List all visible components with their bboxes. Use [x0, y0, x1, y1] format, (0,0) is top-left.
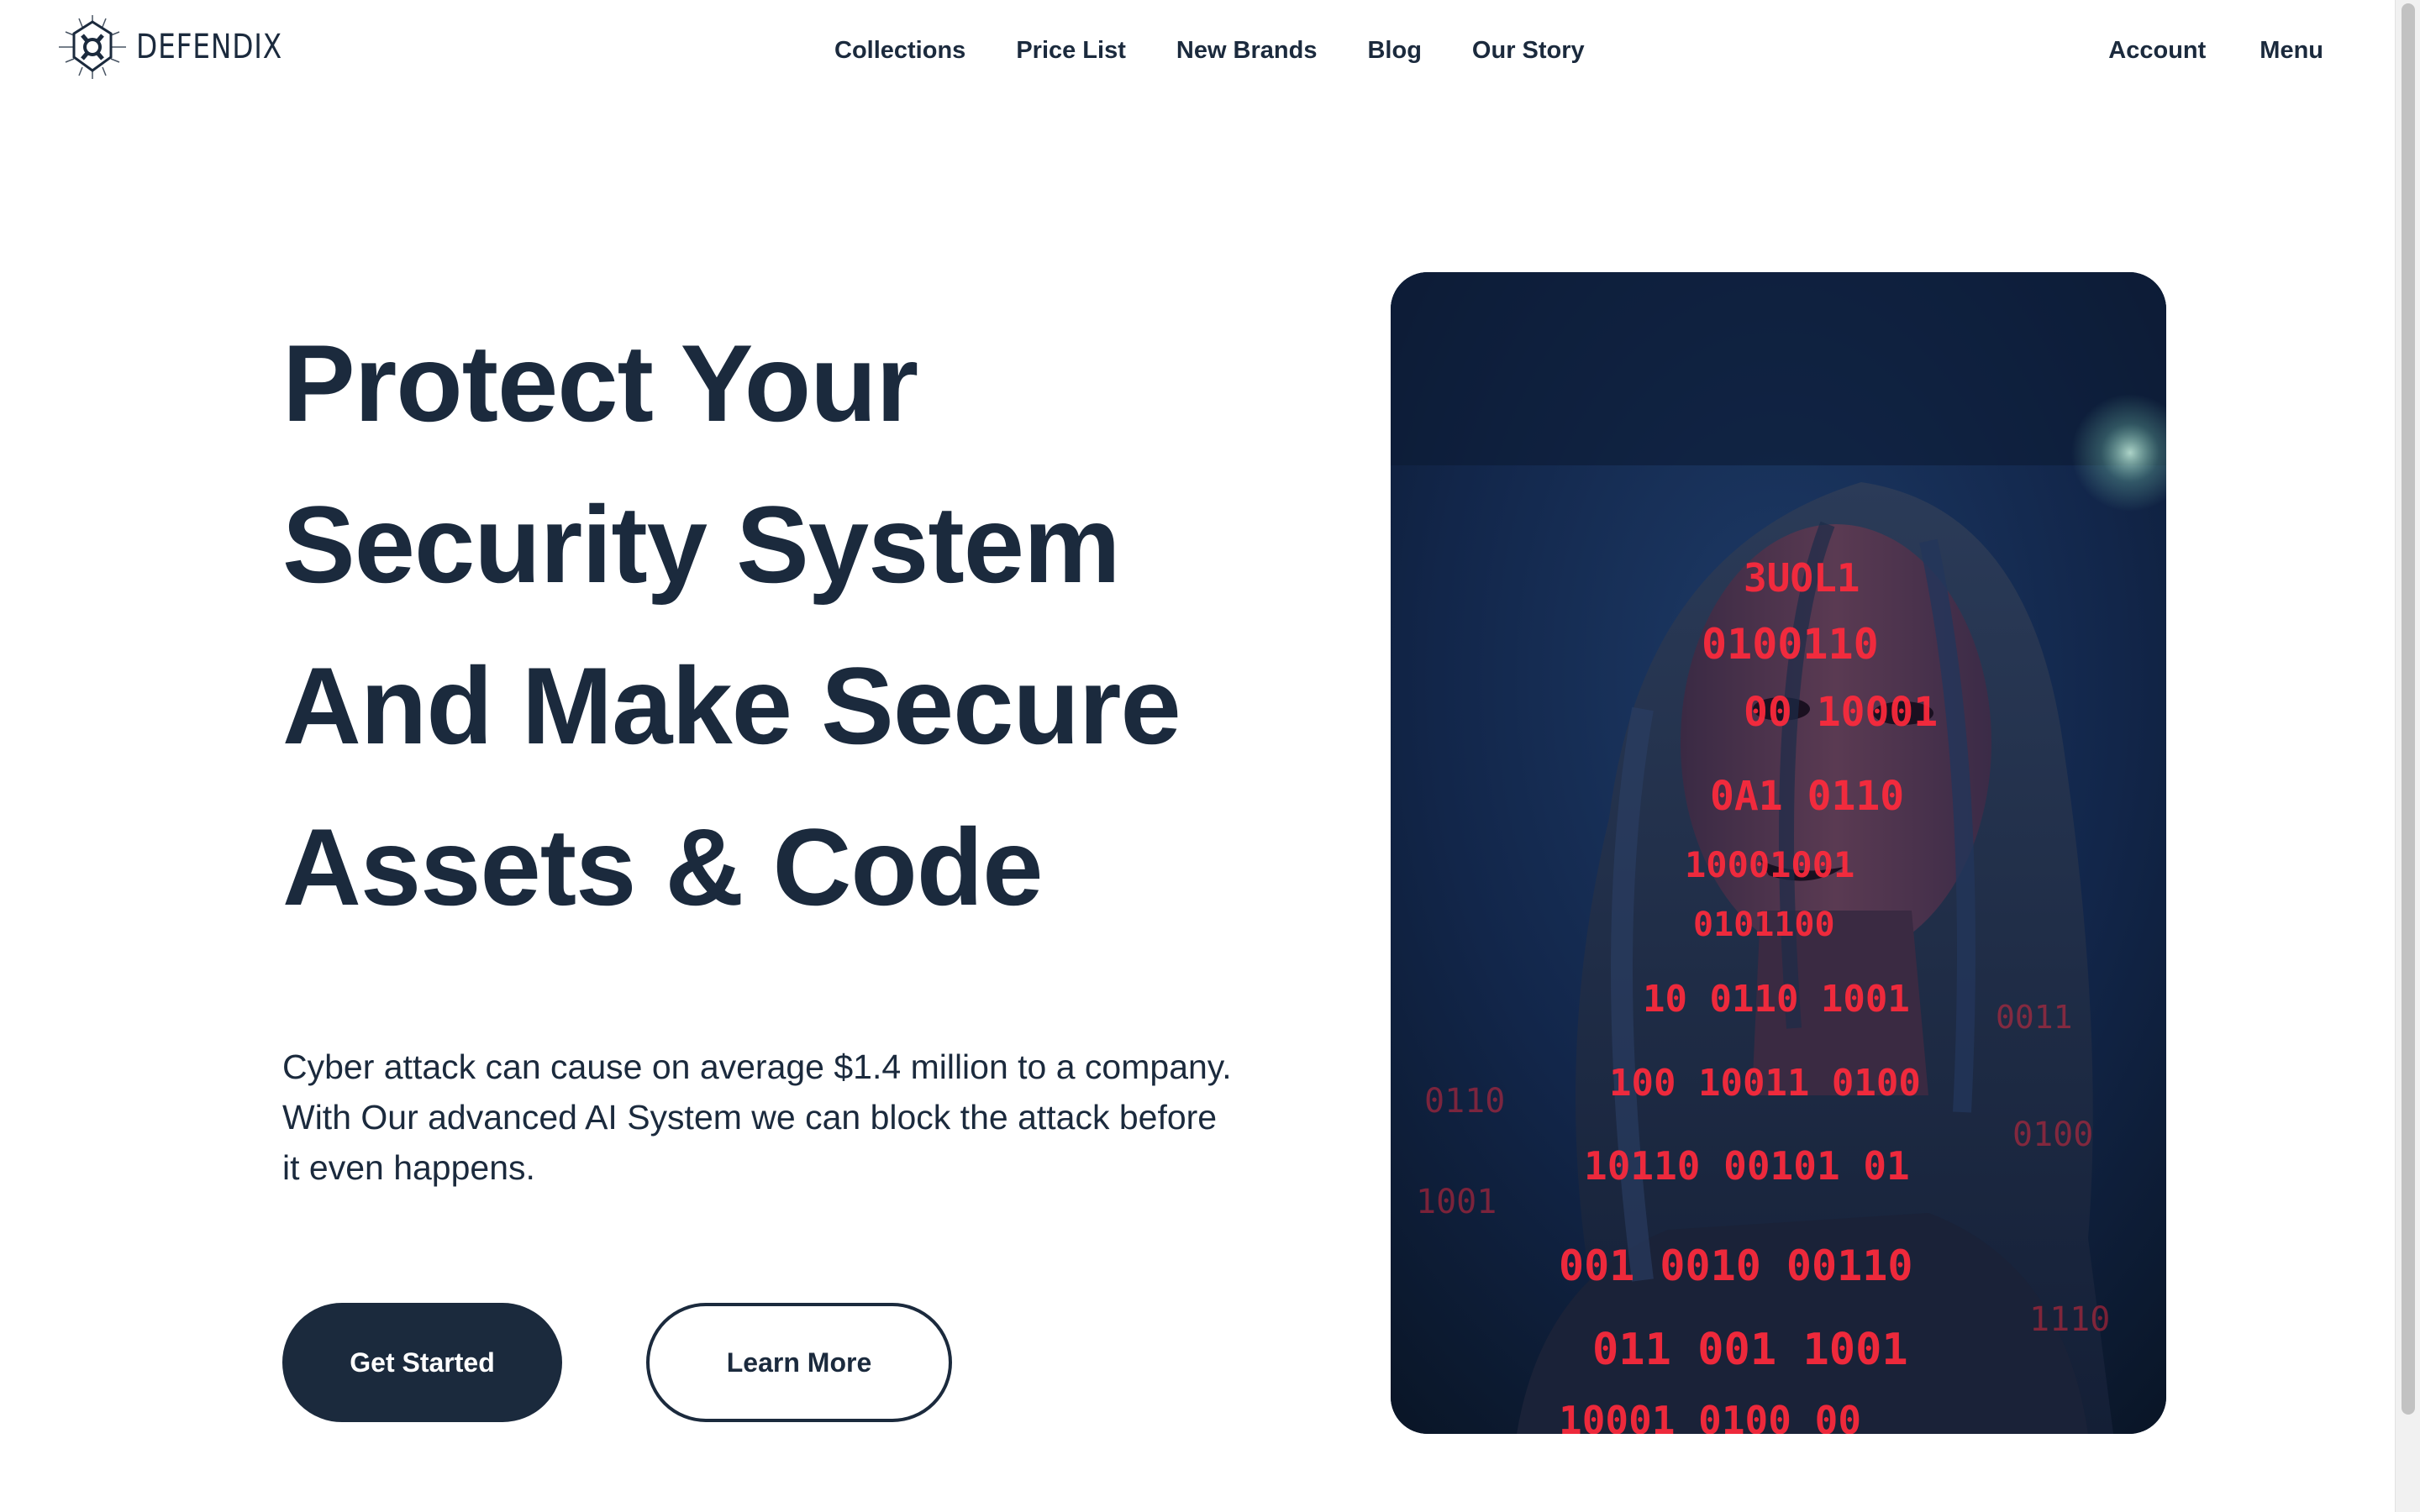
- svg-text:3UOL1: 3UOL1: [1744, 555, 1860, 601]
- hero-portrait-illustration: 3UOL1 0100110 00 10001 0A1 0110 10001001…: [1391, 272, 2166, 1434]
- menu-link[interactable]: Menu: [2260, 29, 2323, 72]
- svg-text:011 001 1001: 011 001 1001: [1592, 1325, 1908, 1375]
- svg-text:10001 0100 00: 10001 0100 00: [1559, 1398, 1861, 1434]
- svg-text:0101100: 0101100: [1693, 906, 1835, 944]
- svg-text:10110 00101 01: 10110 00101 01: [1584, 1143, 1910, 1189]
- main-nav: Collections Price List New Brands Blog O…: [834, 29, 1585, 72]
- hero-title-line: Security System: [282, 483, 1121, 606]
- hero-title: Protect Your Security System And Make Se…: [282, 302, 1207, 948]
- svg-text:1001: 1001: [1416, 1183, 1497, 1221]
- scrollbar-thumb[interactable]: [2402, 3, 2415, 1415]
- page-scrollbar[interactable]: [2395, 0, 2420, 1512]
- get-started-button[interactable]: Get Started: [282, 1303, 562, 1422]
- svg-text:0110: 0110: [1424, 1082, 1505, 1121]
- nav-item-new-brands[interactable]: New Brands: [1176, 29, 1318, 72]
- svg-text:1110: 1110: [2029, 1300, 2110, 1339]
- svg-text:0100: 0100: [2012, 1116, 2093, 1154]
- nav-item-blog[interactable]: Blog: [1367, 29, 1421, 72]
- svg-text:001 0010 00110: 001 0010 00110: [1559, 1242, 1912, 1290]
- svg-text:100 10011 0100: 100 10011 0100: [1609, 1062, 1921, 1105]
- nav-item-our-story[interactable]: Our Story: [1472, 29, 1585, 72]
- svg-text:10001001: 10001001: [1685, 844, 1854, 885]
- svg-text:0A1 0110: 0A1 0110: [1710, 773, 1904, 820]
- hero-description: Cyber attack can cause on average $1.4 m…: [282, 1047, 1232, 1187]
- site-header: DEFENDIX Collections Price List New Bran…: [0, 0, 2395, 101]
- brand-name: DEFENDIX: [136, 28, 283, 66]
- hero-title-line: Protect Your: [282, 322, 918, 444]
- nav-item-collections[interactable]: Collections: [834, 29, 965, 72]
- page: DEFENDIX Collections Price List New Bran…: [0, 0, 2420, 1512]
- svg-text:0100110: 0100110: [1702, 620, 1879, 669]
- svg-text:00 10001: 00 10001: [1744, 689, 1938, 736]
- brand-logo[interactable]: DEFENDIX: [57, 15, 314, 79]
- hero-image: 3UOL1 0100110 00 10001 0A1 0110 10001001…: [1391, 272, 2166, 1434]
- header-actions: Account Menu: [2108, 29, 2323, 72]
- shield-crosshair-icon: [59, 15, 126, 79]
- account-link[interactable]: Account: [2108, 29, 2206, 72]
- nav-item-price-list[interactable]: Price List: [1016, 29, 1126, 72]
- hero-title-line: And Make Secure: [282, 644, 1181, 767]
- learn-more-button[interactable]: Learn More: [646, 1303, 952, 1422]
- svg-text:10 0110 1001: 10 0110 1001: [1643, 978, 1910, 1021]
- hero-title-line: Assets & Code: [282, 806, 1044, 928]
- svg-text:0011: 0011: [1996, 999, 2073, 1036]
